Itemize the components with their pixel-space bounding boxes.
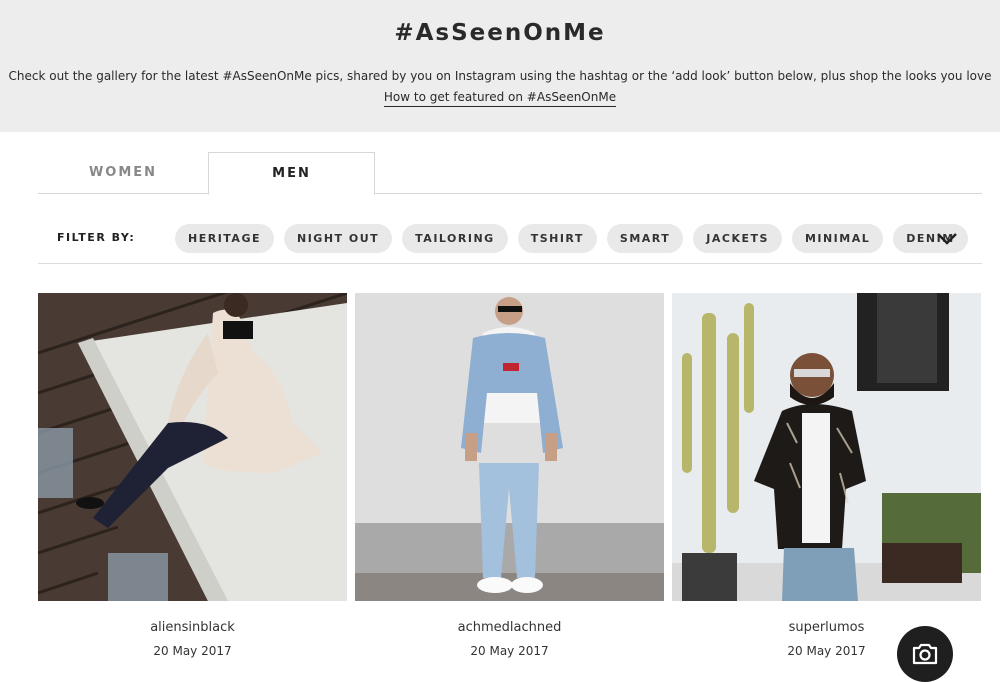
gallery-card[interactable]: superlumos 20 May 2017 (672, 293, 981, 658)
gallery-card[interactable]: aliensinblack 20 May 2017 (38, 293, 347, 658)
tab-men[interactable]: MEN (208, 152, 375, 195)
page-description: Check out the gallery for the latest #As… (8, 69, 992, 83)
filter-chip-heritage[interactable]: HERITAGE (175, 224, 274, 253)
look-photo[interactable] (672, 293, 981, 601)
filter-chip-minimal[interactable]: MINIMAL (791, 224, 884, 253)
filter-chip-smart[interactable]: SMART (606, 224, 684, 253)
post-date: 20 May 2017 (153, 644, 232, 658)
look-photo[interactable] (355, 293, 664, 601)
camera-icon (912, 643, 938, 665)
filter-divider (38, 263, 982, 264)
filter-chip-tshirt[interactable]: TSHIRT (517, 224, 597, 253)
filter-chip-jackets[interactable]: JACKETS (693, 224, 782, 253)
gallery-card[interactable]: achmedlachned 20 May 2017 (355, 293, 664, 658)
hero-banner: #AsSeenOnMe Check out the gallery for th… (0, 0, 1000, 132)
add-look-button[interactable] (897, 626, 953, 682)
post-date: 20 May 2017 (470, 644, 549, 658)
look-photo[interactable] (38, 293, 347, 601)
filter-chips: HERITAGE NIGHT OUT TAILORING TSHIRT SMAR… (175, 224, 968, 254)
tab-women[interactable]: WOMEN (38, 152, 208, 194)
username[interactable]: aliensinblack (38, 620, 347, 635)
filter-chip-night-out[interactable]: NIGHT OUT (284, 224, 393, 253)
page-title: #AsSeenOnMe (394, 20, 606, 46)
chevron-down-icon[interactable] (934, 227, 960, 249)
filter-by-label: FILTER BY: (57, 231, 136, 244)
how-to-featured-link[interactable]: How to get featured on #AsSeenOnMe (383, 90, 617, 107)
username[interactable]: achmedlachned (355, 620, 664, 635)
filter-chip-tailoring[interactable]: TAILORING (402, 224, 508, 253)
